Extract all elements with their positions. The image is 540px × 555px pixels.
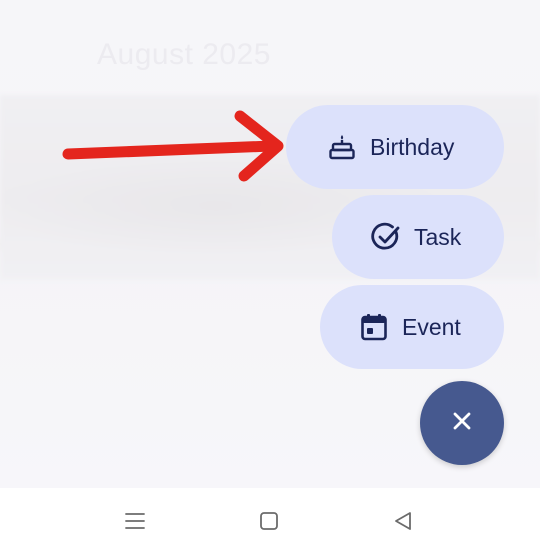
back-button[interactable] [388, 508, 418, 538]
home-button[interactable] [254, 508, 284, 538]
event-button[interactable]: Event [320, 285, 504, 369]
birthday-label: Birthday [370, 133, 455, 160]
system-navigation-bar [0, 488, 540, 555]
recents-button[interactable] [120, 508, 150, 538]
home-icon [258, 510, 280, 537]
cake-icon [326, 131, 358, 163]
task-button[interactable]: Task [332, 195, 504, 279]
close-icon [451, 410, 473, 437]
recents-icon [124, 511, 146, 536]
check-circle-icon [370, 221, 402, 253]
red-arrow-annotation [62, 110, 284, 182]
close-fab-button[interactable] [420, 381, 504, 465]
birthday-button[interactable]: Birthday [286, 105, 504, 189]
calendar-icon [358, 311, 390, 343]
event-label: Event [402, 313, 461, 340]
task-label: Task [414, 223, 462, 250]
back-icon [392, 510, 414, 537]
